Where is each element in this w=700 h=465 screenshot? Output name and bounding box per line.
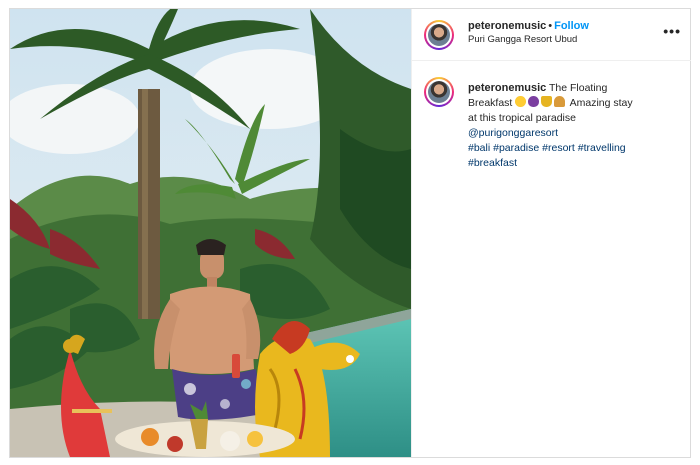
- post-header: peteronemusic • Follow Puri Gangga Resort …: [412, 9, 691, 61]
- post-location[interactable]: Puri Gangga Resort Ubud: [468, 34, 577, 45]
- post-photo[interactable]: [10, 9, 411, 457]
- post-sidebar: peteronemusic • Follow Puri Gangga Resort …: [411, 9, 691, 457]
- trophy-icon: [541, 96, 553, 107]
- hashtag-link[interactable]: #breakfast: [468, 157, 517, 169]
- more-options-icon[interactable]: •••: [663, 23, 681, 39]
- separator-dot: •: [548, 20, 553, 32]
- croissant-icon: [554, 96, 566, 107]
- caption-text-2: Breakfast: [468, 97, 513, 109]
- follow-button[interactable]: Follow: [554, 20, 589, 32]
- caption-text-3: Amazing stay: [569, 97, 633, 109]
- caption-username[interactable]: peteronemusic: [468, 82, 546, 94]
- instagram-post: peteronemusic • Follow Puri Gangga Resort …: [9, 8, 691, 458]
- profile-avatar[interactable]: [424, 20, 454, 50]
- eggplant-icon: [528, 96, 540, 107]
- header-username[interactable]: peteronemusic: [468, 20, 546, 32]
- caption-mention[interactable]: @purigonggaresort: [468, 127, 558, 139]
- hashtag-link[interactable]: #travelling: [578, 142, 626, 154]
- hashtag-link[interactable]: #paradise: [493, 142, 539, 154]
- hashtag-link[interactable]: #resort: [542, 142, 575, 154]
- caption-text-1: The Floating: [548, 82, 608, 94]
- hashtag-link[interactable]: #bali: [468, 142, 490, 154]
- star-struck-face-icon: [515, 96, 527, 107]
- caption-avatar[interactable]: [424, 77, 454, 107]
- post-caption: peteronemusic The Floating Breakfast Ama…: [468, 81, 668, 171]
- caption-text-4: at this tropical paradise: [468, 112, 576, 124]
